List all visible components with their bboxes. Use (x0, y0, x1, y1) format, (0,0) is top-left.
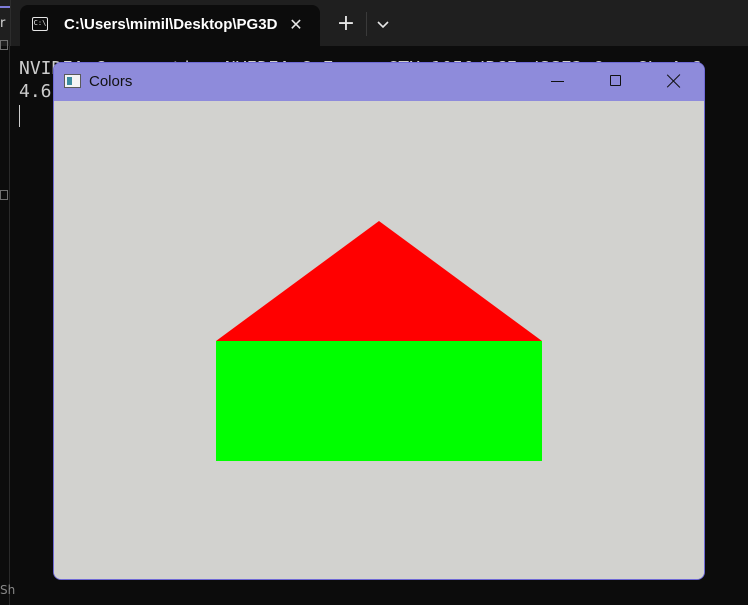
tab-dropdown-button[interactable] (372, 12, 394, 36)
text-cursor (19, 105, 20, 127)
minimize-icon (551, 81, 564, 82)
minimize-button[interactable] (529, 63, 587, 101)
terminal-icon: C:\ (32, 17, 48, 31)
new-tab-button[interactable]: + (334, 12, 358, 36)
house-body-rectangle (216, 341, 542, 461)
side-gutter (0, 46, 10, 605)
render-canvas[interactable] (54, 101, 704, 579)
tab-close-icon[interactable]: ✕ (286, 15, 306, 35)
previous-tab-label: r (0, 16, 6, 31)
window-title: Colors (89, 73, 133, 90)
colors-window[interactable]: Colors (53, 62, 705, 580)
gutter-marker (0, 40, 8, 50)
chevron-down-icon (377, 21, 389, 29)
tab-accent-bar (0, 6, 10, 8)
tab-divider (366, 12, 367, 36)
terminal-tab-title: C:\Users\mimil\Desktop\PG3D (64, 16, 278, 33)
close-icon (667, 74, 681, 88)
maximize-button[interactable] (587, 63, 645, 101)
terminal-tab-bar: r C:\ C:\Users\mimil\Desktop\PG3D ✕ + (0, 0, 748, 46)
terminal-tab[interactable]: C:\ C:\Users\mimil\Desktop\PG3D ✕ (20, 5, 320, 46)
gutter-marker (0, 190, 8, 200)
title-bar[interactable]: Colors (54, 63, 704, 101)
scene-svg (216, 221, 542, 461)
roof-triangle (216, 221, 542, 341)
close-button[interactable] (645, 63, 703, 101)
maximize-icon (610, 75, 621, 86)
window-icon (64, 74, 81, 88)
gutter-label: Sh (0, 583, 16, 597)
